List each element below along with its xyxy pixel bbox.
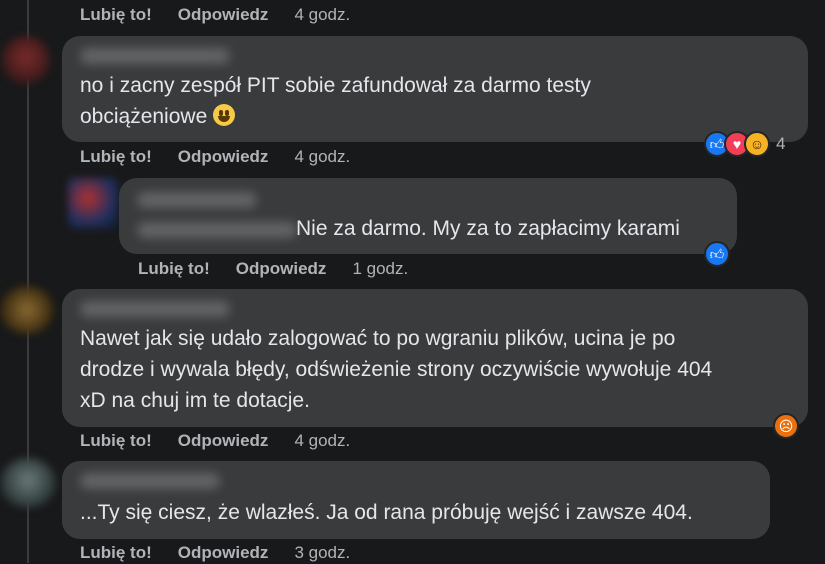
comment-bubble: ...Ty się ciesz, że wlazłeś. Ja od rana … (62, 461, 770, 539)
like-button[interactable]: Lubię to! (80, 431, 152, 451)
commenter-name-blurred[interactable] (80, 48, 230, 64)
comment-bubble: Nie za darmo. My za to zapłacimy karami (119, 178, 737, 254)
comment-text-line: drodze i wywala błędy, odświeżenie stron… (80, 358, 713, 381)
like-button[interactable]: Lubię to! (80, 5, 152, 25)
reactions-summary[interactable]: 👍︎ (704, 241, 730, 267)
avatar[interactable] (68, 178, 118, 228)
comment-text: obciążeniowe (80, 105, 208, 128)
reply-button[interactable]: Odpowiedz (178, 543, 269, 563)
avatar[interactable] (0, 286, 54, 334)
grinning-face-emoji-icon (213, 104, 236, 126)
comment-bubble: Nawet jak się udało zalogować to po wgra… (62, 289, 808, 427)
reactions-summary[interactable]: 👍︎ ♥ ☺ 4 (704, 131, 785, 157)
comment-actions: Lubię to! Odpowiedz 1 godz. (138, 258, 408, 280)
comment-actions: Lubię to! Odpowiedz 4 godz. (80, 430, 350, 452)
haha-icon: ☺ (744, 131, 770, 157)
comment-time[interactable]: 4 godz. (294, 5, 350, 25)
reactions-summary[interactable]: ☹ (773, 413, 799, 439)
comment-bubble: no i zacny zespół PIT sobie zafundował z… (62, 36, 808, 142)
comment-text-line: no i zacny zespół PIT sobie zafundował z… (80, 74, 591, 97)
reply-button[interactable]: Odpowiedz (178, 431, 269, 451)
like-button[interactable]: Lubię to! (80, 543, 152, 563)
comment-text: Nie za darmo. My za to zapłacimy karami (296, 217, 680, 240)
comment-text-line: Nawet jak się udało zalogować to po wgra… (80, 327, 676, 350)
comment-time[interactable]: 4 godz. (294, 431, 350, 451)
like-button[interactable]: Lubię to! (138, 259, 210, 279)
comment-actions: Lubię to! Odpowiedz 4 godz. (80, 146, 350, 168)
angry-icon: ☹ (773, 413, 799, 439)
like-icon: 👍︎ (704, 241, 730, 267)
comment-text: ...Ty się ciesz, że wlazłeś. Ja od rana … (80, 501, 693, 524)
commenter-name-blurred[interactable] (137, 192, 257, 208)
comment-time[interactable]: 4 godz. (294, 147, 350, 167)
reply-button[interactable]: Odpowiedz (178, 5, 269, 25)
comment-time[interactable]: 3 godz. (294, 543, 350, 563)
commenter-name-blurred[interactable] (80, 301, 230, 317)
comment-actions: Lubię to! Odpowiedz 4 godz. (80, 4, 350, 26)
reply-button[interactable]: Odpowiedz (236, 259, 327, 279)
comment-text-line: obciążeniowe (80, 101, 236, 132)
comment-time[interactable]: 1 godz. (352, 259, 408, 279)
comment-text-line: xD na chuj im te dotacje. (80, 389, 310, 412)
reaction-count: 4 (776, 134, 786, 153)
like-button[interactable]: Lubię to! (80, 147, 152, 167)
commenter-name-blurred[interactable] (80, 473, 220, 489)
comment-actions: Lubię to! Odpowiedz 3 godz. (80, 542, 350, 564)
commenter-name-blurred (137, 222, 297, 238)
reply-button[interactable]: Odpowiedz (178, 147, 269, 167)
avatar[interactable] (2, 36, 50, 84)
avatar[interactable] (0, 458, 56, 508)
